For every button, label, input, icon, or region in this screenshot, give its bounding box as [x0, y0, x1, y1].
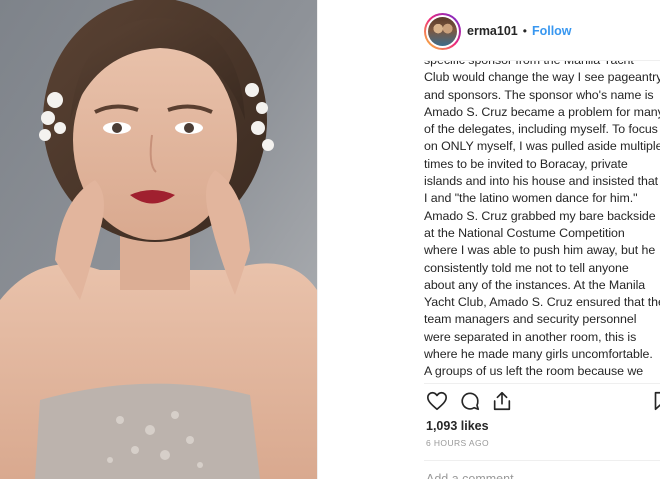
- caption-line: times to be invited to Boracay, private: [424, 156, 628, 171]
- avatar[interactable]: [424, 12, 461, 50]
- caption-line: islands and into his house and insisted …: [424, 174, 659, 189]
- username-link[interactable]: erma101: [467, 24, 518, 38]
- caption-scroll-area[interactable]: specific sponsor from the Manila Yacht Cl…: [424, 60, 660, 383]
- caption-line: and sponsors. The sponsor who's name is: [424, 87, 654, 102]
- avatar-image: [428, 16, 457, 46]
- post-header: erma101 • Follow: [317, 0, 660, 62]
- post-timestamp: 6 HOURS AGO: [426, 438, 489, 448]
- share-icon[interactable]: [491, 390, 513, 412]
- like-count[interactable]: 1,093 likes: [426, 419, 489, 433]
- bookmark-icon[interactable]: [650, 390, 660, 412]
- avatar-ring: [426, 14, 459, 48]
- caption-line: Amado S. Cruz became a problem for many: [424, 104, 660, 119]
- speech-bubble-icon[interactable]: [459, 390, 481, 412]
- post-caption: specific sponsor from the Manila Yacht Cl…: [424, 60, 660, 383]
- caption-line: were separated in another room, this is: [424, 329, 637, 344]
- caption-line: A groups of us left the room because we: [424, 364, 644, 379]
- caption-line: Amado S. Cruz grabbed my bare backside: [424, 208, 656, 223]
- caption-line: at the National Costume Competition: [424, 225, 625, 240]
- caption-line: I and "the latino women dance for him.": [424, 191, 638, 206]
- follow-button[interactable]: Follow: [532, 24, 572, 38]
- caption-line: about any of the instances. At the Manil…: [424, 277, 646, 292]
- comment-input[interactable]: [426, 472, 646, 479]
- post-photo: [0, 0, 317, 479]
- caption-line: on ONLY myself, I was pulled aside multi…: [424, 139, 660, 154]
- caption-line: where I was able to push him away, but h…: [424, 243, 656, 258]
- heart-icon[interactable]: [426, 390, 448, 412]
- action-bar: [424, 383, 660, 417]
- caption-line: Club would change the way I see pageantr…: [424, 70, 660, 85]
- comment-bar: [424, 460, 660, 479]
- caption-line: Yacht Club, Amado S. Cruz ensured that t…: [424, 295, 660, 310]
- caption-line: consistently told me not to tell anyone: [424, 260, 629, 275]
- caption-line: where he made many girls uncomfortable.: [424, 347, 653, 362]
- separator-dot: •: [522, 24, 527, 38]
- caption-line: of the delegates, including myself. To f…: [424, 122, 658, 137]
- caption-line: specific sponsor from the Manila Yacht: [424, 60, 634, 67]
- portrait-image: [0, 0, 317, 479]
- caption-line: team managers and security personnel: [424, 312, 637, 327]
